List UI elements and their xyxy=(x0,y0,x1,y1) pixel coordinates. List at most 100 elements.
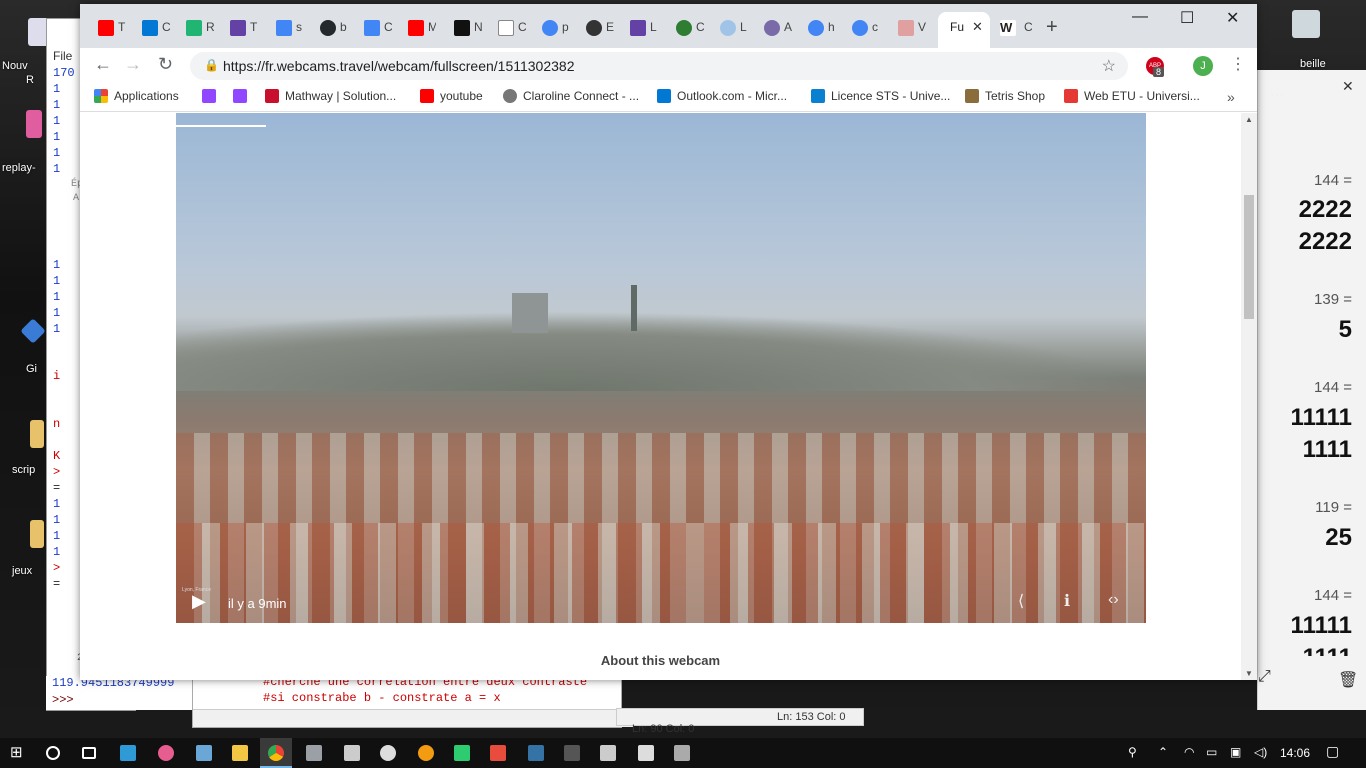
app-icon[interactable] xyxy=(380,745,396,761)
browser-tab[interactable]: T xyxy=(220,12,257,48)
history-result[interactable]: 2222 xyxy=(1299,196,1352,224)
minimize-button[interactable]: — xyxy=(1132,8,1148,26)
browser-tab[interactable]: p xyxy=(532,12,569,48)
info-icon[interactable]: ℹ xyxy=(1064,591,1070,611)
trash-icon[interactable]: 🗑 xyxy=(1338,670,1358,690)
folder-icon[interactable] xyxy=(30,520,44,548)
webcam-image[interactable]: Lyon, France ▶ il y a 9min ⟨ ℹ ‹› xyxy=(176,113,1146,623)
history-result[interactable]: 1111 xyxy=(1303,644,1352,656)
app-icon[interactable] xyxy=(418,745,434,761)
browser-tab[interactable]: R xyxy=(176,12,214,48)
calculator-history-panel[interactable]: ✕ 144 = 2222 2222 139 = 5 144 = 11111 11… xyxy=(1257,70,1366,710)
browser-menu-button[interactable]: ⋮ xyxy=(1230,54,1246,74)
embed-icon[interactable]: ‹› xyxy=(1108,591,1119,609)
browser-tab[interactable]: A xyxy=(754,12,792,48)
windows-start-icon[interactable]: ⊞ xyxy=(10,743,26,761)
bookmark-claroline[interactable]: Claroline Connect - ... xyxy=(503,88,639,108)
bookmark-outlook[interactable]: Outlook.com - Micr... xyxy=(657,88,787,108)
desktop-icon-git[interactable] xyxy=(20,318,46,344)
address-bar[interactable]: 🔒 https://fr.webcams.travel/webcam/fulls… xyxy=(190,52,1128,80)
close-tab-icon[interactable]: ✕ xyxy=(972,19,983,35)
browser-tab[interactable]: E xyxy=(576,12,614,48)
browser-tab-active[interactable]: Fu ✕ xyxy=(938,12,990,48)
share-icon[interactable]: ⟨ xyxy=(1018,591,1024,611)
page-scrollbar[interactable]: ▲ ▼ xyxy=(1241,113,1257,680)
python-idle-icon[interactable] xyxy=(528,745,544,761)
bookmark-applications[interactable]: Applications xyxy=(94,88,179,108)
wifi-icon[interactable]: ◠ xyxy=(1184,745,1194,759)
scroll-down-icon[interactable]: ▼ xyxy=(1245,669,1253,678)
back-button[interactable]: ← xyxy=(94,54,112,75)
notifications-icon[interactable]: ▢ xyxy=(1326,743,1339,760)
browser-tab[interactable]: C xyxy=(1010,12,1046,48)
history-result[interactable]: 11111 xyxy=(1291,404,1352,432)
chrome-icon[interactable] xyxy=(268,745,284,761)
browser-tab[interactable]: V xyxy=(888,12,926,48)
browser-tab[interactable]: b xyxy=(310,12,347,48)
photos-icon[interactable] xyxy=(600,745,616,761)
code-editor-window[interactable]: #cherche une correlation entre deux cont… xyxy=(192,675,633,728)
app-icon[interactable] xyxy=(344,745,360,761)
app-icon[interactable] xyxy=(158,745,174,761)
url-text[interactable]: https://fr.webcams.travel/webcam/fullscr… xyxy=(223,58,574,74)
chevron-up-icon[interactable]: ⌃ xyxy=(1158,745,1168,759)
shell-menu-file[interactable]: File xyxy=(53,49,72,63)
app-icon[interactable] xyxy=(490,745,506,761)
app-icon[interactable] xyxy=(454,745,470,761)
forward-button[interactable]: → xyxy=(124,54,142,75)
folder-icon[interactable] xyxy=(30,420,44,448)
clock[interactable]: 14:06 xyxy=(1280,746,1310,760)
reload-button[interactable]: ↻ xyxy=(158,54,173,75)
scroll-up-icon[interactable]: ▲ xyxy=(1245,115,1253,124)
browser-tab[interactable]: C xyxy=(132,12,170,48)
task-view-icon[interactable] xyxy=(82,747,96,759)
bookmark-licence-sts[interactable]: Licence STS - Unive... xyxy=(811,88,950,108)
app-icon[interactable] xyxy=(306,745,322,761)
notepad-icon[interactable] xyxy=(196,745,212,761)
browser-tab[interactable]: L xyxy=(620,12,657,48)
network-icon[interactable]: ▣ xyxy=(1230,745,1241,759)
bookmark-web-etu[interactable]: Web ETU - Universi... xyxy=(1064,88,1200,108)
history-result[interactable]: 11111 xyxy=(1291,612,1352,640)
history-result[interactable]: 5 xyxy=(1339,316,1352,344)
browser-tab[interactable]: M xyxy=(398,12,436,48)
search-icon[interactable] xyxy=(46,746,60,760)
calculator-icon[interactable] xyxy=(638,745,654,761)
bookmark-star-icon[interactable]: ☆ xyxy=(1102,56,1116,76)
person-icon[interactable]: ⚲ xyxy=(1128,745,1137,759)
browser-tab[interactable]: T xyxy=(88,12,125,48)
browser-window[interactable]: T C R T s b C M N C p E L C L A h c V Fu… xyxy=(80,4,1284,680)
bookmarks-overflow-icon[interactable]: ··· xyxy=(1270,86,1284,102)
bookmark-twitch[interactable] xyxy=(233,88,253,108)
close-window-button[interactable]: ✕ xyxy=(1226,8,1239,28)
shell-input-area[interactable]: 119.9451183749999 >>> xyxy=(46,676,196,710)
new-tab-button[interactable]: + xyxy=(1046,16,1058,39)
browser-tab[interactable]: s xyxy=(266,12,302,48)
browser-tab[interactable]: C xyxy=(666,12,704,48)
close-icon[interactable]: ✕ xyxy=(1342,78,1354,95)
bookmark-tetris[interactable]: Tetris Shop xyxy=(965,88,1045,108)
terminal-icon[interactable] xyxy=(564,745,580,761)
browser-tab[interactable]: N xyxy=(444,12,482,48)
scrollbar-thumb[interactable] xyxy=(1244,195,1254,319)
browser-tab[interactable]: L xyxy=(710,12,747,48)
bookmark-youtube[interactable]: youtube xyxy=(420,88,483,108)
app-icon[interactable] xyxy=(120,745,136,761)
browser-tab[interactable]: C xyxy=(354,12,392,48)
play-icon[interactable]: ▶ xyxy=(192,591,206,612)
lock-icon[interactable]: 🔒 xyxy=(204,58,219,72)
recycle-bin-icon[interactable] xyxy=(1292,10,1320,38)
desktop-icon-replay[interactable] xyxy=(26,110,42,138)
browser-tab[interactable]: h xyxy=(798,12,835,48)
bookmarks-more-button[interactable]: » xyxy=(1227,89,1235,105)
history-result[interactable]: 25 xyxy=(1325,524,1352,552)
profile-avatar[interactable]: J xyxy=(1193,56,1213,76)
volume-icon[interactable]: ◁) xyxy=(1254,745,1267,759)
resize-icon[interactable]: ⤢ xyxy=(1258,668,1271,686)
history-result[interactable]: 2222 xyxy=(1299,228,1352,256)
bookmark-twitch[interactable] xyxy=(202,88,222,108)
bookmark-mathway[interactable]: Mathway | Solution... xyxy=(265,88,396,108)
file-explorer-icon[interactable] xyxy=(232,745,248,761)
maximize-button[interactable]: ☐ xyxy=(1180,8,1194,28)
app-icon[interactable] xyxy=(674,745,690,761)
